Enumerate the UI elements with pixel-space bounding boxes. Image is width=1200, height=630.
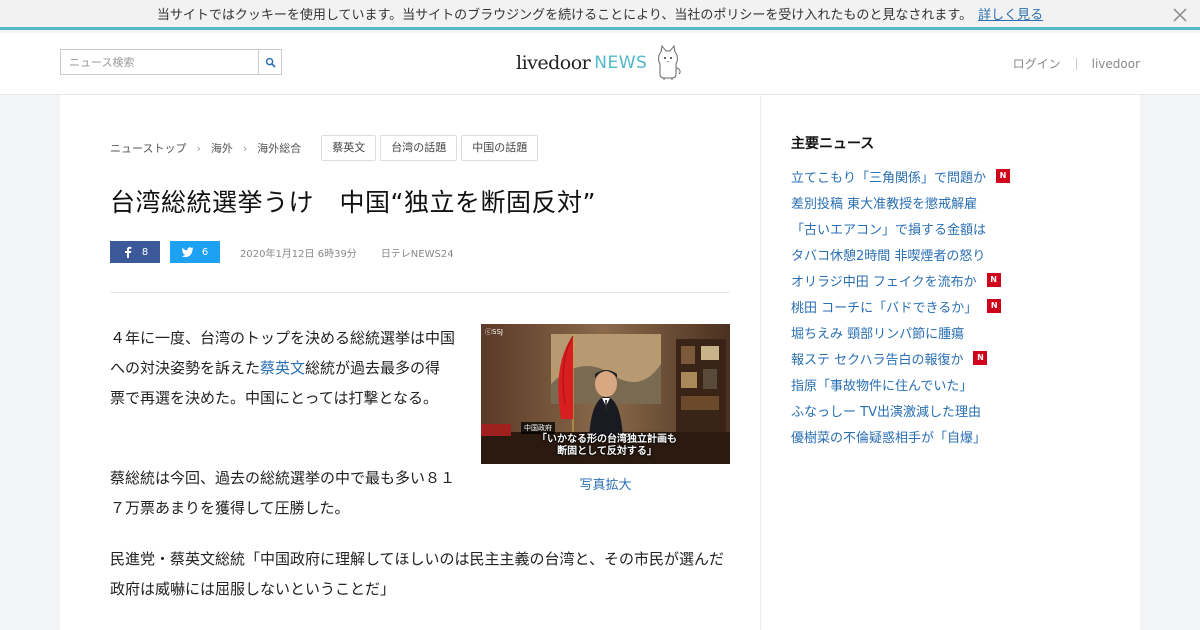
new-badge: N	[973, 351, 988, 365]
login-link[interactable]: ログイン	[1013, 55, 1061, 72]
photo-caption: 「いかなる形の台湾独立計画も 断固として反対する」	[517, 434, 697, 458]
photo-caption-label: 中国政府	[521, 422, 555, 434]
new-badge: N	[986, 273, 1001, 287]
new-badge: N	[996, 169, 1011, 183]
chevron-right-icon: ›	[242, 141, 248, 155]
news-item[interactable]: 差別投稿 東大准教授を懲戒解雇	[791, 189, 1010, 215]
news-item-text: 指原「事故物件に住んでいた」	[791, 378, 973, 394]
news-item[interactable]: ふなっしー TV出演激減した理由	[791, 397, 1010, 423]
top-news-title: 主要ニュース	[791, 136, 875, 152]
photo-badge: ⓒSSJ	[485, 328, 503, 336]
article-source[interactable]: 日テレNEWS24	[381, 245, 454, 260]
news-item-text: 「古いエアコン」で損する金額は	[791, 222, 987, 238]
news-item-text: オリラジ中田 フェイクを流布か	[791, 274, 977, 290]
news-item-text: 立てこもり「三角関係」で問題か	[791, 170, 987, 186]
news-item[interactable]: 指原「事故物件に住んでいた」	[791, 371, 1010, 397]
twitter-share-button[interactable]: 6	[170, 241, 220, 263]
news-item-text: 桃田 コーチに「バドできるか」	[791, 300, 978, 316]
main-content: ニューストップ › 海外 › 海外総合 蔡英文 台湾の話題 中国の話題 台湾総統…	[60, 95, 1140, 630]
article-paragraph: 蔡総統は今回、過去の総統選挙の中で最も多い８１７万票あまりを獲得して圧勝した。	[110, 469, 456, 517]
news-item-text: 堀ちえみ 頸部リンパ節に腫瘍	[791, 326, 965, 342]
news-item-text: タバコ休憩2時間 非喫煙者の怒り	[791, 248, 986, 264]
article-photo[interactable]: ⓒSSJ 中国政府 「いかなる形の台湾独立計画も 断固として反対する」	[481, 324, 730, 464]
site-logo[interactable]: livedoor NEWS	[516, 43, 683, 83]
header-divider	[1075, 57, 1077, 70]
new-badge: N	[987, 299, 1002, 313]
news-item[interactable]: タバコ休憩2時間 非喫煙者の怒り	[791, 241, 1010, 267]
news-item[interactable]: 報ステ セクハラ告白の報復か N	[791, 345, 1010, 371]
article-meta: 8 6 2020年1月12日 6時39分 日テレNEWS24	[110, 241, 454, 263]
article-paragraph: ４年に一度、台湾のトップを決める総統選挙は中国への対決姿勢を訴えた蔡英文総統が過…	[110, 323, 455, 413]
cookie-message: 当サイトではクッキーを使用しています。当サイトのブラウジングを続けることにより、…	[156, 8, 973, 23]
news-item[interactable]: 優樹菜の不倫疑惑相手が「自爆」	[791, 423, 1010, 449]
cookie-more-link[interactable]: 詳しく見る	[978, 4, 1043, 23]
article-date: 2020年1月12日 6時39分	[240, 248, 357, 260]
news-item-text: 差別投稿 東大准教授を懲戒解雇	[791, 196, 978, 212]
facebook-count: 8	[141, 246, 149, 258]
news-item-text: 報ステ セクハラ告白の報復か	[791, 352, 964, 368]
cookie-banner: 当サイトではクッキーを使用しています。当サイトのブラウジングを続けることにより、…	[0, 0, 1200, 30]
search-button[interactable]	[258, 49, 282, 75]
divider	[110, 292, 730, 293]
facebook-icon	[124, 246, 132, 258]
breadcrumb-item[interactable]: 海外	[211, 140, 233, 156]
dog-mascot-icon	[658, 44, 681, 80]
tag[interactable]: 蔡英文	[321, 135, 377, 161]
logo-news: NEWS	[594, 53, 648, 73]
news-item[interactable]: 「古いエアコン」で損する金額は	[791, 215, 1010, 241]
news-item[interactable]: 立てこもり「三角関係」で問題か N	[791, 163, 1011, 189]
site-header: livedoor NEWS ログイン livedoor	[0, 33, 1200, 95]
article-paragraph: 民進党・蔡英文総統「中国政府に理解してほしいのは民主主義の台湾と、その市民が選ん…	[110, 550, 724, 598]
tag[interactable]: 中国の話題	[461, 135, 539, 161]
tag[interactable]: 台湾の話題	[380, 135, 458, 161]
news-item[interactable]: オリラジ中田 フェイクを流布か N	[791, 267, 1010, 293]
livedoor-link[interactable]: livedoor	[1092, 57, 1140, 71]
search-input[interactable]	[60, 49, 258, 75]
close-icon[interactable]	[1170, 5, 1190, 25]
twitter-icon	[181, 247, 194, 258]
article-title: 台湾総統選挙うけ 中国“独立を断固反対”	[110, 188, 596, 217]
photo-caption-line: 「いかなる形の台湾独立計画も	[537, 434, 677, 445]
news-item[interactable]: 堀ちえみ 頸部リンパ節に腫瘍	[791, 319, 1010, 345]
enlarge-photo-link[interactable]: 写真拡大	[481, 474, 730, 493]
logo-text: livedoor	[516, 52, 591, 74]
keyword-link[interactable]: 蔡英文	[260, 359, 305, 377]
facebook-share-button[interactable]: 8	[110, 241, 160, 263]
search-icon	[265, 57, 276, 68]
twitter-count: 6	[201, 246, 209, 258]
tag-list: 蔡英文 台湾の話題 中国の話題	[321, 135, 542, 161]
breadcrumb: ニューストップ › 海外 › 海外総合 蔡英文 台湾の話題 中国の話題	[110, 135, 542, 161]
news-item-text: 優樹菜の不倫疑惑相手が「自爆」	[791, 430, 987, 446]
news-item[interactable]: 桃田 コーチに「バドできるか」 N	[791, 293, 1010, 319]
chevron-right-icon: ›	[196, 141, 201, 155]
search-form	[60, 49, 282, 75]
breadcrumb-item[interactable]: 海外総合	[257, 140, 301, 156]
news-item-text: ふなっしー TV出演激減した理由	[791, 404, 981, 420]
photo-caption-line: 断固として反対する」	[557, 446, 657, 457]
sidebar: 主要ニュース 立てこもり「三角関係」で問題か N 差別投稿 東大准教授を懲戒解雇 …	[760, 95, 1140, 630]
header-links: ログイン livedoor	[1013, 55, 1140, 72]
breadcrumb-item[interactable]: ニューストップ	[110, 140, 186, 156]
top-news-list: 立てこもり「三角関係」で問題か N 差別投稿 東大准教授を懲戒解雇 「古いエアコン…	[791, 163, 1011, 449]
